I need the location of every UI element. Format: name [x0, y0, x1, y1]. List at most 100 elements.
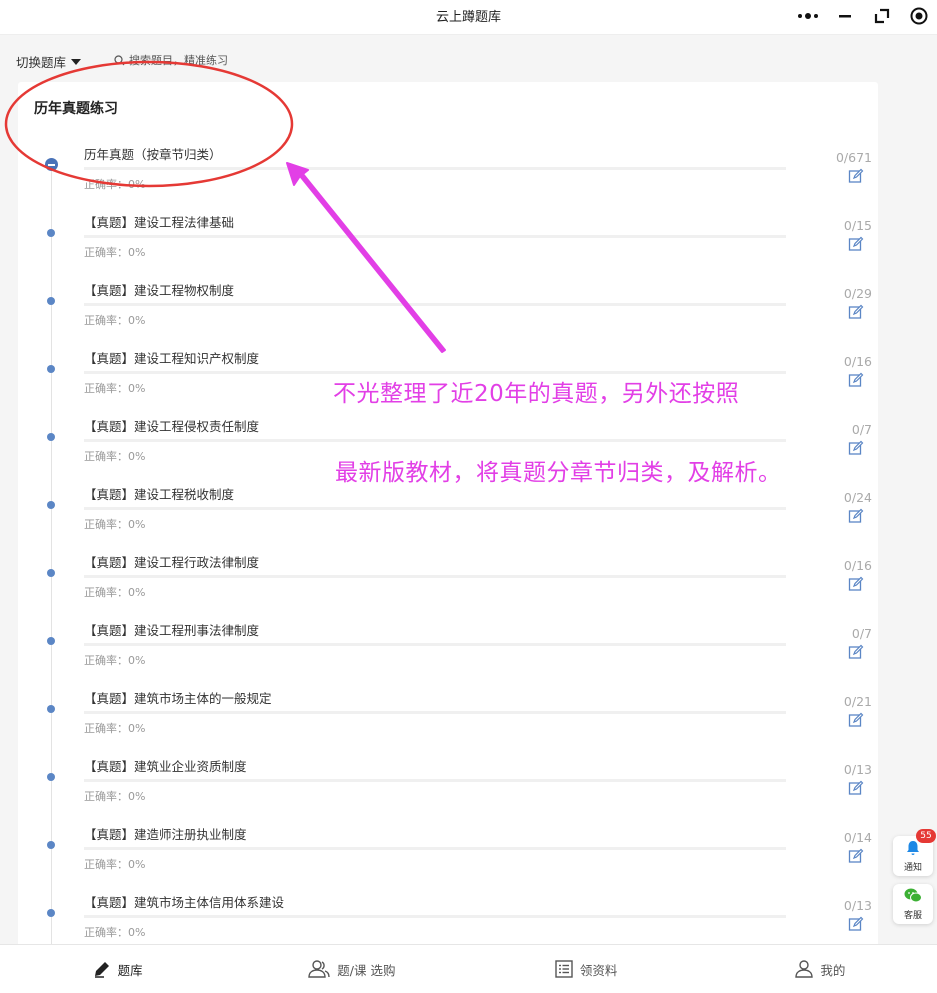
edit-icon[interactable]: [848, 440, 864, 456]
edit-icon[interactable]: [848, 236, 864, 252]
close-button[interactable]: [900, 1, 937, 31]
user-icon: [795, 960, 814, 978]
timeline-dot-icon: [47, 909, 55, 917]
progress-bar: [84, 575, 786, 578]
edit-icon[interactable]: [848, 508, 864, 524]
notify-button[interactable]: 55 通知: [893, 829, 936, 876]
progress-bar: [84, 847, 786, 850]
toolbar: 切换题库 搜索题目，精准练习: [0, 40, 937, 78]
progress-bar: [84, 507, 786, 510]
nav-question-bank[interactable]: 题库: [0, 945, 234, 993]
progress-bar: [84, 779, 786, 782]
progress-count: 0/21: [843, 694, 872, 709]
timeline-dot-icon: [47, 433, 55, 441]
notify-badge: 55: [916, 829, 936, 843]
chapter-name: 【真题】建筑市场主体信用体系建设: [84, 895, 285, 910]
nav-label: 领资料: [579, 962, 618, 978]
chapter-name: 【真题】建设工程物权制度: [84, 283, 235, 298]
accuracy-text: 正确率：0%: [84, 790, 146, 803]
progress-bar: [84, 303, 786, 306]
progress-bar: [84, 643, 786, 646]
progress-bar: [84, 439, 786, 442]
restore-icon: [874, 8, 889, 24]
progress-count: 0/7: [851, 422, 872, 437]
window-capsule: [789, 1, 937, 31]
edit-icon[interactable]: [848, 644, 864, 660]
progress-count: 0/29: [843, 286, 872, 301]
accuracy-text: 正确率：0%: [84, 654, 146, 667]
users-icon: [308, 960, 330, 978]
nav-purchase[interactable]: 题/课 选购: [234, 945, 468, 993]
edit-icon[interactable]: [848, 372, 864, 388]
nav-label: 题库: [117, 962, 143, 978]
timeline-dot-icon: [47, 773, 55, 781]
edit-icon[interactable]: [848, 848, 864, 864]
edit-icon[interactable]: [848, 168, 864, 184]
chapter-row[interactable]: 【真题】建设工程物权制度 正确率：0% 0/29: [18, 280, 878, 348]
search-input[interactable]: 搜索题目，精准练习: [114, 52, 228, 68]
chapter-row[interactable]: 【真题】建设工程行政法律制度 正确率：0% 0/16: [18, 552, 878, 620]
chapter-row[interactable]: 【真题】建设工程税收制度 正确率：0% 0/24: [18, 484, 878, 552]
restore-button[interactable]: [863, 1, 900, 31]
timeline-dot-icon: [47, 365, 55, 373]
accuracy-text: 正确率：0%: [84, 586, 146, 599]
nav-materials[interactable]: 领资料: [469, 945, 703, 993]
edit-icon[interactable]: [848, 304, 864, 320]
progress-count: 0/7: [851, 626, 872, 641]
chapter-row[interactable]: 【真题】建设工程刑事法律制度 正确率：0% 0/7: [18, 620, 878, 688]
title-bar: 云上蹲题库: [0, 0, 937, 35]
more-dots-icon: [797, 13, 818, 19]
list-icon: [555, 960, 573, 978]
accuracy-text: 正确率：0%: [84, 178, 146, 191]
progress-count: 0/16: [843, 558, 872, 573]
service-label: 客服: [903, 911, 922, 921]
pencil-icon: [94, 962, 109, 978]
minimize-icon: [838, 15, 851, 18]
progress-count: 0/24: [843, 490, 872, 505]
chapter-name: 【真题】建筑市场主体的一般规定: [84, 691, 272, 706]
annotation-text-line2: 最新版教材，将真题分章节归类，及解析。: [335, 460, 782, 486]
accuracy-text: 正确率：0%: [84, 518, 146, 531]
bottom-nav: 题库 题/课 选购 领资料 我的: [0, 944, 937, 993]
chapter-row[interactable]: 【真题】建造师注册执业制度 正确率：0% 0/14: [18, 824, 878, 892]
accuracy-text: 正确率：0%: [84, 858, 146, 871]
edit-icon[interactable]: [848, 780, 864, 796]
timeline-dot-icon: [47, 297, 55, 305]
wechat-icon: [904, 888, 922, 903]
timeline-dot-icon: [47, 841, 55, 849]
switch-bank-label: 切换题库: [16, 55, 67, 70]
service-button[interactable]: 客服: [893, 884, 933, 924]
switch-bank-button[interactable]: 切换题库: [16, 52, 82, 71]
nav-mine[interactable]: 我的: [703, 945, 937, 993]
accuracy-text: 正确率：0%: [84, 926, 146, 939]
chapter-name: 【真题】建设工程知识产权制度: [84, 351, 260, 366]
timeline-dot-icon: [47, 501, 55, 509]
timeline-dot-icon: [47, 229, 55, 237]
chapter-row[interactable]: 【真题】建设工程法律基础 正确率：0% 0/15: [18, 212, 878, 280]
more-button[interactable]: [789, 1, 826, 31]
minimize-button[interactable]: [826, 1, 863, 31]
chapter-name: 【真题】建设工程行政法律制度: [84, 555, 260, 570]
notify-label: 通知: [903, 863, 922, 873]
timeline-dot-icon: [47, 637, 55, 645]
timeline-dot-icon: [47, 705, 55, 713]
chapter-name: 【真题】建设工程税收制度: [84, 487, 235, 502]
collapse-icon[interactable]: [45, 158, 58, 171]
chapter-row[interactable]: 【真题】建筑业企业资质制度 正确率：0% 0/13: [18, 756, 878, 824]
chapter-name: 【真题】建设工程侵权责任制度: [84, 419, 260, 434]
progress-count: 0/15: [843, 218, 872, 233]
chapter-name: 【真题】建筑业企业资质制度: [84, 759, 247, 774]
target-close-icon: [910, 7, 927, 25]
chapter-row[interactable]: 历年真题（按章节归类） 正确率：0% 0/671: [18, 144, 878, 212]
edit-icon[interactable]: [848, 916, 864, 932]
accuracy-text: 正确率：0%: [84, 722, 146, 735]
annotation-text-line1: 不光整理了近20年的真题，另外还按照: [333, 381, 740, 407]
edit-icon[interactable]: [848, 576, 864, 592]
nav-label: 题/课 选购: [337, 962, 396, 978]
accuracy-text: 正确率：0%: [84, 314, 146, 327]
edit-icon[interactable]: [848, 712, 864, 728]
progress-count: 0/14: [843, 830, 872, 845]
nav-label: 我的: [820, 962, 846, 978]
search-placeholder: 搜索题目，精准练习: [129, 54, 228, 67]
chapter-row[interactable]: 【真题】建筑市场主体的一般规定 正确率：0% 0/21: [18, 688, 878, 756]
